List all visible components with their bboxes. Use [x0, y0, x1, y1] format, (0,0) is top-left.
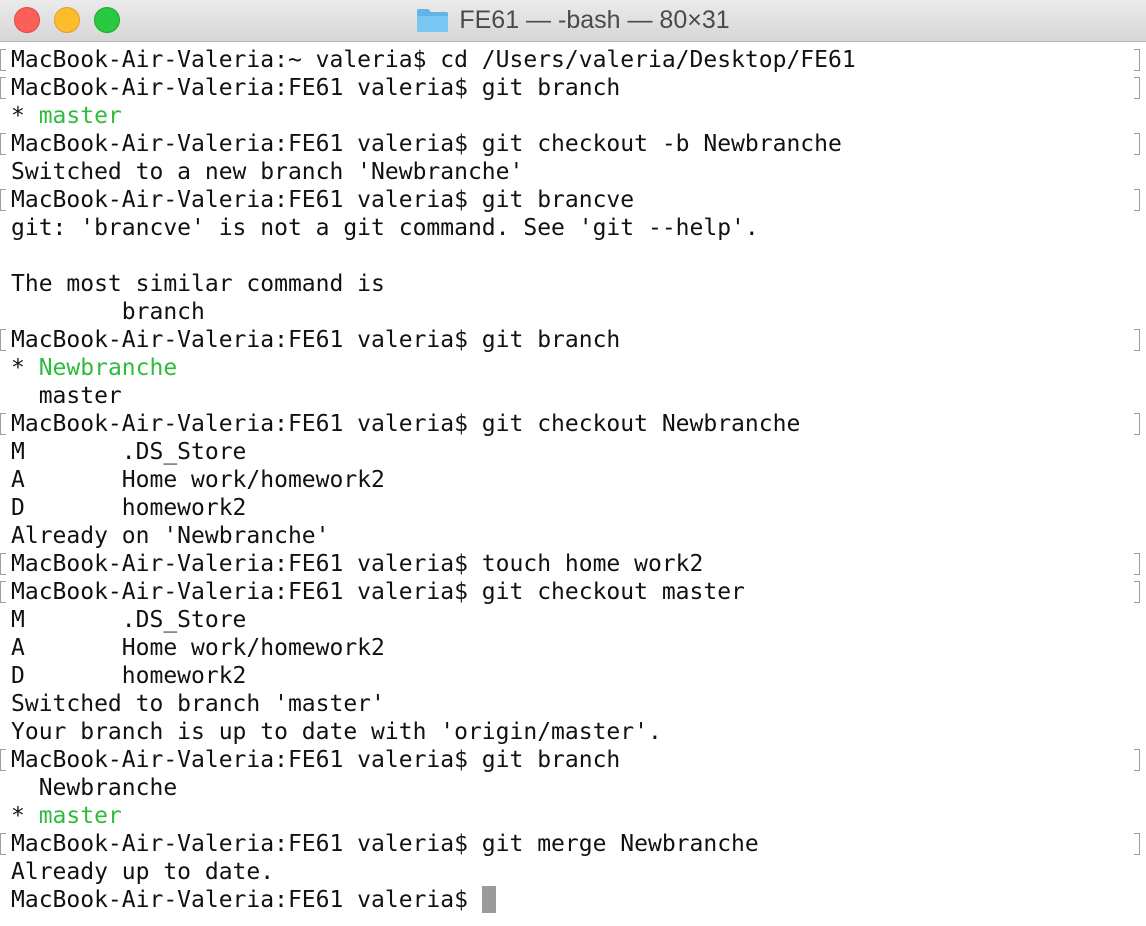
- active-prompt-line: MacBook-Air-Valeria:FE61 valeria$: [11, 886, 496, 914]
- command-line: MacBook-Air-Valeria:FE61 valeria$ git ch…: [11, 411, 801, 437]
- command-line: MacBook-Air-Valeria:~ valeria$ cd /Users…: [11, 47, 856, 73]
- mark-bracket-left: [0, 189, 6, 211]
- output-line: M .DS_Store: [11, 607, 247, 633]
- command-line: MacBook-Air-Valeria:FE61 valeria$ git ch…: [11, 131, 842, 157]
- scrollbar-track[interactable]: [1140, 42, 1146, 926]
- mark-bracket-left: [0, 749, 6, 771]
- command-line: MacBook-Air-Valeria:FE61 valeria$ touch …: [11, 551, 704, 577]
- output-line: git: 'brancve' is not a git command. See…: [11, 215, 759, 241]
- mark-bracket-left: [0, 133, 6, 155]
- window-title-group: FE61 — -bash — 80×31: [0, 0, 1146, 40]
- current-branch-name: master: [38, 803, 122, 829]
- output-line: Already up to date.: [11, 859, 275, 885]
- mark-bracket-left: [0, 49, 6, 71]
- command-line: MacBook-Air-Valeria:FE61 valeria$ git me…: [11, 831, 759, 857]
- text-cursor[interactable]: [481, 886, 496, 913]
- current-branch-marker: *: [11, 103, 39, 129]
- current-branch-marker: *: [11, 803, 39, 829]
- output-line: Switched to branch 'master': [11, 691, 385, 717]
- command-line: MacBook-Air-Valeria:FE61 valeria$ git br…: [11, 187, 635, 213]
- current-branch-name: master: [38, 103, 122, 129]
- title-bar[interactable]: FE61 — -bash — 80×31: [0, 0, 1146, 42]
- output-line: The most similar command is: [11, 271, 385, 297]
- mark-bracket-left: [0, 833, 6, 855]
- output-line: D homework2: [11, 495, 247, 521]
- output-line: D homework2: [11, 663, 247, 689]
- output-line: Already on 'Newbranche': [11, 523, 330, 549]
- branch-list-item-current: * master: [11, 102, 122, 130]
- output-line: Newbranche: [11, 775, 178, 801]
- terminal-window: FE61 — -bash — 80×31 MacBook-Air-Valeria…: [0, 0, 1146, 926]
- current-branch-marker: *: [11, 355, 39, 381]
- output-line: branch: [11, 299, 205, 325]
- window-title: FE61 — -bash — 80×31: [459, 5, 730, 34]
- output-line: A Home work/homework2: [11, 635, 385, 661]
- terminal-output[interactable]: MacBook-Air-Valeria:~ valeria$ cd /Users…: [0, 46, 1146, 926]
- output-line: Your branch is up to date with 'origin/m…: [11, 719, 662, 745]
- mark-bracket-left: [0, 77, 6, 99]
- command-line: MacBook-Air-Valeria:FE61 valeria$ git br…: [11, 747, 621, 773]
- output-line: master: [11, 383, 122, 409]
- mark-bracket-left: [0, 553, 6, 575]
- output-line: M .DS_Store: [11, 439, 247, 465]
- output-line: A Home work/homework2: [11, 467, 385, 493]
- command-line: MacBook-Air-Valeria:FE61 valeria$ git ch…: [11, 579, 745, 605]
- prompt-text: MacBook-Air-Valeria:FE61 valeria$: [11, 887, 482, 913]
- branch-list-item-current: * Newbranche: [11, 354, 177, 382]
- branch-list-item-current: * master: [11, 802, 122, 830]
- command-line: MacBook-Air-Valeria:FE61 valeria$ git br…: [11, 75, 621, 101]
- mark-bracket-left: [0, 413, 6, 435]
- mark-bracket-left: [0, 329, 6, 351]
- output-line: Switched to a new branch 'Newbranche': [11, 159, 524, 185]
- current-branch-name: Newbranche: [38, 355, 178, 381]
- folder-icon: [417, 9, 449, 32]
- command-line: MacBook-Air-Valeria:FE61 valeria$ git br…: [11, 327, 621, 353]
- mark-bracket-left: [0, 581, 6, 603]
